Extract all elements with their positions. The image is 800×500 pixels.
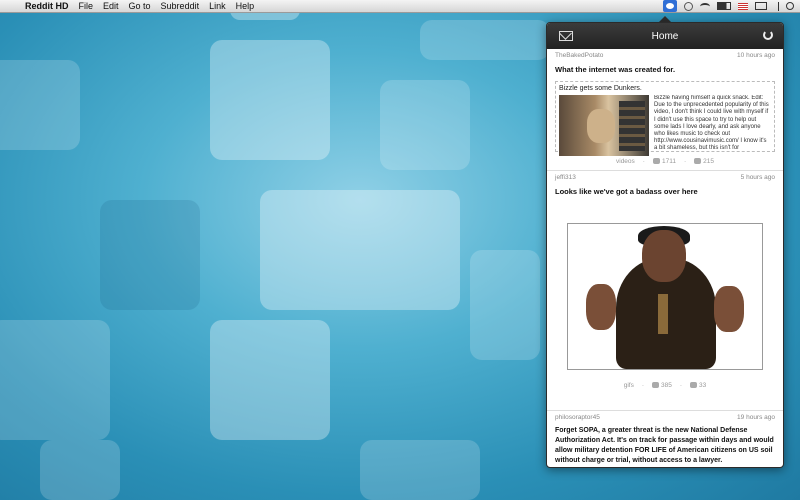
reddit-status-icon[interactable]: [663, 0, 677, 12]
comment-icon: [694, 158, 702, 165]
upvote-count: 385: [661, 382, 672, 389]
wifi-icon[interactable]: [700, 2, 710, 10]
display-icon[interactable]: [755, 2, 767, 10]
flag-icon[interactable]: [738, 2, 748, 10]
spotlight-search-icon[interactable]: [786, 2, 794, 10]
post-stats: videos · 1711 · 215: [616, 158, 714, 165]
post-time: 10 hours ago: [737, 52, 775, 59]
apple-menu-icon[interactable]: [9, 1, 19, 11]
comment-count[interactable]: 215: [703, 158, 714, 165]
reddit-popover: Home TheBakedPotato 10 hours ago What th…: [546, 22, 784, 468]
battery-icon[interactable]: [717, 2, 731, 10]
post-title[interactable]: What the internet was created for.: [555, 65, 775, 75]
menu-help[interactable]: Help: [236, 0, 255, 12]
status-icons: [663, 0, 794, 12]
upvote-icon: [652, 158, 660, 165]
post-feed: TheBakedPotato 10 hours ago What the int…: [547, 49, 783, 467]
menu-subreddit[interactable]: Subreddit: [161, 0, 200, 12]
menu-go-to[interactable]: Go to: [129, 0, 151, 12]
popover-title: Home: [651, 30, 679, 42]
menu-file[interactable]: File: [79, 0, 94, 12]
post-item[interactable]: jeffi313 5 hours ago Looks like we've go…: [547, 171, 783, 411]
video-thumbnail[interactable]: [559, 95, 649, 156]
post-title[interactable]: Forget SOPA, a greater threat is the new…: [555, 426, 775, 466]
post-time: 19 hours ago: [737, 414, 775, 421]
subreddit-label[interactable]: videos: [616, 158, 635, 165]
comment-icon: [690, 382, 698, 389]
gif-image[interactable]: [567, 223, 763, 370]
popover-header: Home: [547, 23, 783, 49]
upvote-icon: [652, 382, 660, 389]
post-time: 5 hours ago: [740, 174, 775, 181]
time-machine-icon[interactable]: [684, 1, 693, 11]
post-stats: gifs · 385 · 33: [623, 382, 707, 389]
embed-description: Bizzle having himself a quick snack. Edi…: [654, 95, 769, 152]
post-title[interactable]: Looks like we've got a badass over here: [555, 187, 775, 197]
subreddit-label[interactable]: gifs: [624, 382, 634, 389]
post-author[interactable]: jeffi313: [555, 174, 576, 181]
embed-title: Bizzle gets some Dunkers.: [559, 85, 642, 92]
post-item[interactable]: philosoraptor45 19 hours ago Forget SOPA…: [547, 411, 783, 466]
refresh-icon[interactable]: [763, 30, 773, 40]
menu-edit[interactable]: Edit: [103, 0, 119, 12]
app-menu[interactable]: Reddit HD: [25, 0, 69, 12]
bluetooth-icon[interactable]: [774, 1, 779, 11]
post-author[interactable]: philosoraptor45: [555, 414, 600, 421]
post-author[interactable]: TheBakedPotato: [555, 52, 603, 59]
menu-link[interactable]: Link: [209, 0, 226, 12]
mail-icon[interactable]: [559, 31, 573, 41]
comment-count[interactable]: 33: [699, 382, 706, 389]
post-item[interactable]: TheBakedPotato 10 hours ago What the int…: [547, 49, 783, 171]
menu-bar: Reddit HD File Edit Go to Subreddit Link…: [0, 0, 800, 13]
video-embed[interactable]: Bizzle gets some Dunkers. Bizzle having …: [555, 81, 775, 156]
upvote-count: 1711: [661, 158, 676, 165]
